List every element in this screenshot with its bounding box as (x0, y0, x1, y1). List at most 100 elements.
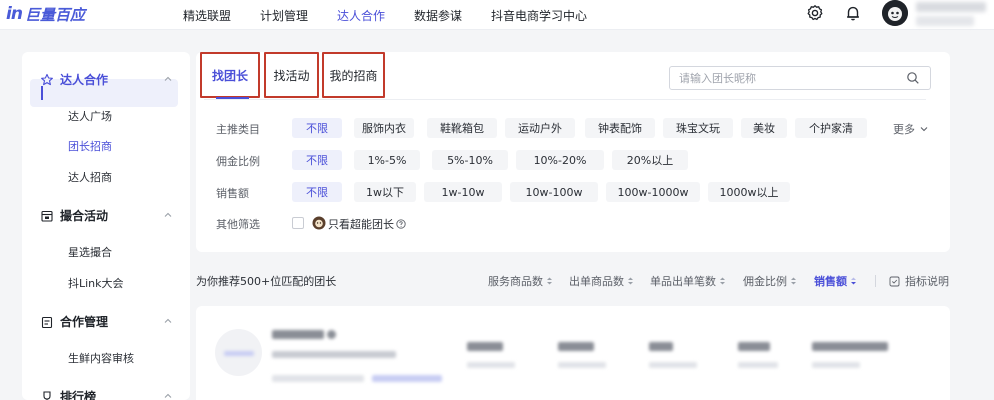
search-input[interactable] (679, 70, 899, 86)
metric-value-redacted (738, 342, 770, 351)
sort-arrows-icon (628, 277, 633, 285)
super-leader-checkbox[interactable] (292, 217, 304, 229)
settings-gear-icon[interactable] (806, 4, 824, 22)
sidebar-item-fresh-content-review[interactable]: 生鲜内容审核 (68, 350, 134, 366)
super-leader-badge-icon (312, 216, 326, 230)
star-icon (41, 73, 53, 85)
sales-chip[interactable]: 1w以下 (354, 182, 416, 202)
category-chip[interactable]: 钟表配饰 (585, 118, 655, 138)
chevron-up-icon[interactable] (163, 74, 173, 84)
leader-name-redacted (272, 330, 324, 339)
sidebar-item-creator-recruit[interactable]: 达人招商 (68, 169, 112, 185)
nav-item-learning-center[interactable]: 抖音电商学习中心 (491, 7, 587, 24)
brand-logo-in: in (6, 4, 23, 24)
commission-chip[interactable]: 10%-20% (516, 150, 604, 170)
sort-sales-amount[interactable]: 销售额 (814, 273, 857, 289)
super-leader-filter[interactable]: 只看超能团长 (328, 216, 406, 232)
leader-search-box[interactable] (669, 66, 931, 90)
sort-service-products[interactable]: 服务商品数 (488, 273, 553, 289)
commission-chip[interactable]: 1%-5% (354, 150, 420, 170)
calendar-icon (41, 210, 53, 222)
sidebar-item-leader-recruit[interactable]: 团长招商 (68, 138, 112, 154)
sidebar-item-creator-square[interactable]: 达人广场 (68, 108, 112, 124)
sidebar-active-indicator (41, 86, 43, 100)
chevron-down-icon (920, 127, 928, 132)
sort-ordered-products[interactable]: 出单商品数 (569, 273, 634, 289)
filter-label-category: 主推类目 (216, 123, 260, 136)
sort-label: 出单商品数 (569, 275, 624, 288)
filter-label-sales: 销售额 (216, 187, 249, 200)
sidebar-group-label: 合作管理 (60, 315, 109, 329)
tab-find-leader[interactable]: 找团长 (200, 52, 260, 98)
filter-label-other: 其他筛选 (216, 218, 260, 231)
sort-arrows-icon (720, 277, 725, 285)
tab-find-event[interactable]: 找活动 (264, 52, 319, 98)
nav-item-selected-alliance[interactable]: 精选联盟 (183, 7, 231, 24)
metric-caption-redacted (738, 362, 778, 368)
super-leader-label: 只看超能团长 (328, 218, 394, 231)
category-chip[interactable]: 鞋靴箱包 (427, 118, 497, 138)
user-avatar[interactable] (882, 0, 908, 26)
more-label: 更多 (893, 123, 915, 136)
sort-label: 服务商品数 (488, 275, 543, 288)
sales-chip[interactable]: 1000w以上 (708, 182, 790, 202)
metric-caption-redacted (649, 362, 697, 368)
commission-chip[interactable]: 5%-10% (432, 150, 508, 170)
category-chip[interactable]: 不限 (292, 118, 342, 138)
sidebar-group-label: 达人合作 (60, 73, 109, 87)
metric-value-redacted (558, 342, 594, 351)
sales-chip[interactable]: 不限 (292, 182, 342, 202)
sidebar-group-rankings[interactable]: 排行榜 (40, 388, 96, 400)
nav-item-data-advisor[interactable]: 数据参谋 (414, 7, 462, 24)
notification-bell-icon[interactable] (844, 4, 862, 22)
info-box-icon (889, 276, 900, 286)
metric-help-label: 指标说明 (905, 275, 949, 288)
brand-logo-name: 巨量百应 (24, 5, 85, 24)
sort-arrows-icon (851, 277, 856, 285)
category-chip[interactable]: 珠宝文玩 (663, 118, 733, 138)
sidebar-group-cooperation-management[interactable]: 合作管理 (40, 313, 108, 330)
sort-orders-per-product[interactable]: 单品出单笔数 (650, 273, 726, 289)
commission-chip[interactable]: 20%以上 (612, 150, 688, 170)
sidebar-group-matching-events[interactable]: 撮合活动 (40, 207, 108, 224)
tab-my-recruitment[interactable]: 我的招商 (322, 52, 385, 98)
sales-chip[interactable]: 1w-10w (424, 182, 502, 202)
metric-explanation-button[interactable]: 指标说明 (889, 273, 949, 289)
sort-commission-rate[interactable]: 佣金比例 (743, 273, 797, 289)
user-account-redacted (916, 16, 974, 26)
chevron-up-icon[interactable] (163, 316, 173, 326)
nav-item-creator-cooperation[interactable]: 达人合作 (337, 7, 385, 24)
category-chip[interactable]: 服饰内衣 (354, 118, 414, 138)
clipboard-icon (41, 316, 53, 328)
sort-arrows-icon (547, 277, 552, 285)
sidebar-item-star-matching[interactable]: 星选撮合 (68, 244, 112, 260)
sidebar-group-label: 排行榜 (60, 390, 97, 400)
category-chip[interactable]: 美妆 (741, 118, 787, 138)
sort-label: 佣金比例 (743, 275, 787, 288)
category-chip[interactable]: 个护家清 (795, 118, 867, 138)
nav-item-plan-management[interactable]: 计划管理 (260, 7, 308, 24)
filter-label-commission: 佣金比例 (216, 155, 260, 168)
sidebar-group-creator-cooperation[interactable]: 达人合作 (40, 71, 108, 88)
brand-logo[interactable]: in 巨量百应 (6, 3, 85, 25)
user-name-redacted (916, 2, 986, 12)
tab-label: 找活动 (273, 68, 310, 83)
sidebar-item-douyin-link[interactable]: 抖Link大会 (68, 275, 124, 291)
metric-caption-redacted (467, 362, 515, 368)
trophy-icon (43, 390, 51, 400)
question-circle-icon[interactable] (396, 219, 406, 229)
category-more-button[interactable]: 更多 (893, 121, 929, 137)
sales-chip[interactable]: 10w-100w (510, 182, 598, 202)
sidebar-group-label: 撮合活动 (60, 209, 109, 223)
metric-value-redacted (812, 342, 888, 351)
metric-value-redacted (649, 342, 673, 351)
search-icon[interactable] (906, 71, 920, 85)
leader-badge-redacted (327, 330, 336, 339)
category-chip[interactable]: 运动户外 (505, 118, 575, 138)
leader-meta-redacted (272, 375, 364, 382)
tabs-divider (204, 99, 926, 100)
chevron-up-icon[interactable] (163, 210, 173, 220)
commission-chip[interactable]: 不限 (292, 150, 342, 170)
sales-chip[interactable]: 100w-1000w (606, 182, 700, 202)
chevron-up-icon[interactable] (163, 391, 173, 400)
